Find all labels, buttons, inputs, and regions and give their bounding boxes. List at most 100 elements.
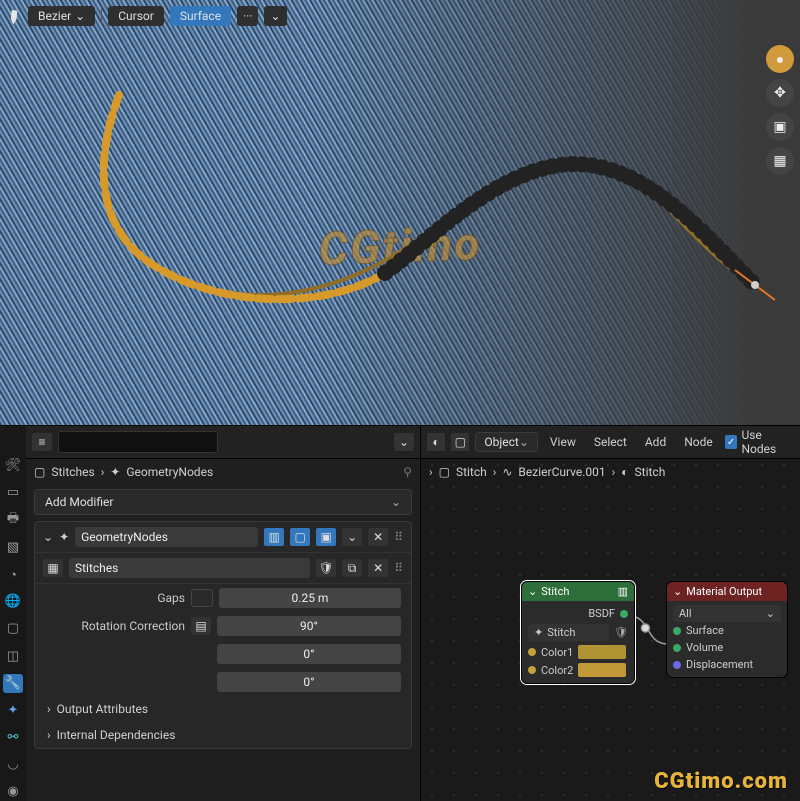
- add-modifier-dropdown[interactable]: Add Modifier ⌄: [34, 489, 412, 515]
- node-stitch-title: Stitch: [541, 585, 569, 598]
- socket-in-icon[interactable]: [673, 627, 681, 635]
- rotcorr-attr-toggle[interactable]: ▤: [191, 617, 211, 635]
- chevron-down-icon[interactable]: ⌄: [43, 530, 53, 544]
- options-dropdown[interactable]: ⌄: [394, 433, 414, 451]
- nodes-icon: ✦: [534, 626, 543, 639]
- stroke-mode-dropdown[interactable]: Bezier ⌄: [28, 6, 95, 26]
- chevron-down-icon: ⌄: [528, 585, 537, 598]
- output-attributes-disclosure[interactable]: › Output Attributes: [35, 696, 411, 722]
- modifier-name-field[interactable]: GeometryNodes: [75, 527, 258, 547]
- chevron-down-icon: ⌄: [391, 495, 401, 509]
- output-attributes-label: Output Attributes: [57, 702, 148, 716]
- surface-label: Surface: [686, 624, 724, 637]
- volume-label: Volume: [686, 641, 723, 654]
- color2-swatch[interactable]: [578, 663, 626, 677]
- properties-vertical-tabs: 🛠 ▭ 🖶 ▧ ◔ 🌐 ▢ ◫ 🔧 ✦ ⚯ ◡ ◉: [0, 426, 26, 801]
- vtab-view[interactable]: ▧: [3, 538, 23, 557]
- chevron-right-icon: ›: [101, 465, 105, 479]
- properties-header: ≡ ⌕ ⌄: [26, 426, 420, 459]
- vtab-output[interactable]: 🖶: [3, 510, 23, 530]
- axis-gizmo[interactable]: ●: [766, 45, 794, 73]
- socket-in-icon[interactable]: [528, 648, 536, 656]
- nodegroup-name-field[interactable]: Stitches: [69, 558, 310, 578]
- toggle-editmode[interactable]: ▥: [264, 528, 284, 546]
- displacement-label: Displacement: [686, 658, 753, 671]
- camera-gizmo[interactable]: ▣: [766, 113, 794, 141]
- properties-breadcrumb: ▢ Stitches › ✦ GeometryNodes ⚲: [26, 459, 420, 485]
- vtab-constraint[interactable]: ⚯: [3, 728, 23, 747]
- gaps-attr-toggle[interactable]: [191, 589, 213, 607]
- nodegroup-browse[interactable]: ▦: [43, 559, 63, 577]
- chevron-right-icon: ›: [47, 702, 51, 716]
- node-stitch-group[interactable]: ⌄ Stitch ▥ BSDF ✦ Stitch 🛡: [521, 581, 635, 684]
- rotcorr-label: Rotation Correction: [45, 619, 191, 633]
- socket-in-icon[interactable]: [528, 666, 536, 674]
- chevron-down-icon: ⌄: [766, 607, 775, 620]
- unlink-icon[interactable]: ✕: [368, 559, 388, 577]
- denim-texture: [0, 0, 800, 425]
- placement-surface[interactable]: Surface: [170, 6, 231, 26]
- vtab-modifier[interactable]: ◫: [3, 646, 23, 665]
- placement-cursor[interactable]: Cursor: [108, 6, 164, 26]
- geometry-nodes-modifier-panel: ⌄ ✦ GeometryNodes ▥ ▢ ▣ ⌄ ✕ ⠿ ▦ Stitches…: [34, 521, 412, 749]
- nodes-icon: ✦: [59, 530, 69, 544]
- toolbar-separator: [101, 7, 102, 25]
- move-gizmo[interactable]: ✥: [766, 79, 794, 107]
- node-material-output[interactable]: ⌄ Material Output All ⌄ Surface Volume: [666, 581, 788, 678]
- placement-cursor-label: Cursor: [118, 9, 154, 23]
- node-stitch-out-label: BSDF: [588, 607, 615, 620]
- internal-deps-label: Internal Dependencies: [57, 728, 176, 742]
- properties-search[interactable]: [58, 431, 218, 453]
- mesh-icon: ▢: [34, 465, 45, 479]
- internal-deps-disclosure[interactable]: › Internal Dependencies: [35, 722, 411, 748]
- placement-surface-label: Surface: [180, 9, 221, 23]
- vtab-physics[interactable]: ✦: [3, 701, 23, 720]
- vtab-render[interactable]: ▭: [3, 483, 23, 502]
- vtab-material[interactable]: ◉: [3, 782, 23, 801]
- rotcorr-z[interactable]: 0°: [217, 672, 401, 692]
- socket-in-icon[interactable]: [673, 661, 681, 669]
- close-icon[interactable]: ✕: [368, 528, 388, 546]
- draw-icon: [3, 5, 26, 28]
- color1-label: Color1: [541, 646, 573, 659]
- drag-handle-icon[interactable]: ⠿: [394, 530, 403, 544]
- color1-swatch[interactable]: [578, 645, 626, 659]
- chevron-down-icon: ⌄: [673, 585, 682, 598]
- grid-gizmo[interactable]: ▦: [766, 147, 794, 175]
- node-group-field[interactable]: Stitch: [547, 626, 575, 639]
- vtab-scene[interactable]: ◔: [3, 565, 23, 584]
- drag-handle-icon[interactable]: ⠿: [394, 561, 403, 575]
- vtab-tool[interactable]: 🛠: [3, 456, 23, 475]
- gaps-value[interactable]: 0.25 m: [219, 588, 401, 608]
- shield-icon[interactable]: 🛡: [614, 626, 628, 639]
- shader-editor[interactable]: ◐ ▢ Object ⌄ View Select Add Node ✓ Use …: [421, 426, 800, 801]
- node-options-icon[interactable]: ▥: [618, 585, 628, 598]
- nodes-icon: ✦: [110, 465, 120, 479]
- modifier-extras[interactable]: ⌄: [342, 528, 362, 546]
- socket-in-icon[interactable]: [673, 644, 681, 652]
- rotcorr-x[interactable]: 90°: [217, 616, 401, 636]
- toolbar-dropdown[interactable]: ⌄: [264, 6, 286, 26]
- fake-user-icon[interactable]: 🛡: [316, 559, 336, 577]
- duplicate-icon[interactable]: ⧉: [342, 559, 362, 577]
- vtab-data[interactable]: ◡: [3, 755, 23, 774]
- toggle-realtime[interactable]: ▢: [290, 528, 310, 546]
- vtab-world[interactable]: 🌐: [3, 592, 23, 611]
- output-target-label[interactable]: All: [679, 607, 692, 620]
- pin-icon[interactable]: ⚲: [403, 465, 412, 479]
- gaps-label: Gaps: [45, 591, 191, 605]
- bc-modifier[interactable]: GeometryNodes: [126, 465, 213, 479]
- rotcorr-y[interactable]: 0°: [217, 644, 401, 664]
- editor-type-dropdown[interactable]: ≡: [32, 433, 52, 451]
- placement-more[interactable]: ···: [237, 6, 258, 26]
- vtab-wrench[interactable]: 🔧: [3, 674, 23, 693]
- bc-object[interactable]: Stitches: [51, 465, 94, 479]
- stroke-mode-label: Bezier: [38, 9, 71, 23]
- 3d-viewport[interactable]: Bezier ⌄ Cursor Surface ··· ⌄ ● ✥ ▣ ▦ CG…: [0, 0, 800, 425]
- properties-editor: 🛠 ▭ 🖶 ▧ ◔ 🌐 ▢ ◫ 🔧 ✦ ⚯ ◡ ◉ ≡ ⌕ ⌄: [0, 426, 421, 801]
- socket-out-icon[interactable]: [620, 610, 628, 618]
- toggle-render[interactable]: ▣: [316, 528, 336, 546]
- vtab-object[interactable]: ▢: [3, 619, 23, 638]
- viewport-gizmos: ● ✥ ▣ ▦: [766, 45, 794, 175]
- chevron-down-icon: ⌄: [75, 9, 85, 23]
